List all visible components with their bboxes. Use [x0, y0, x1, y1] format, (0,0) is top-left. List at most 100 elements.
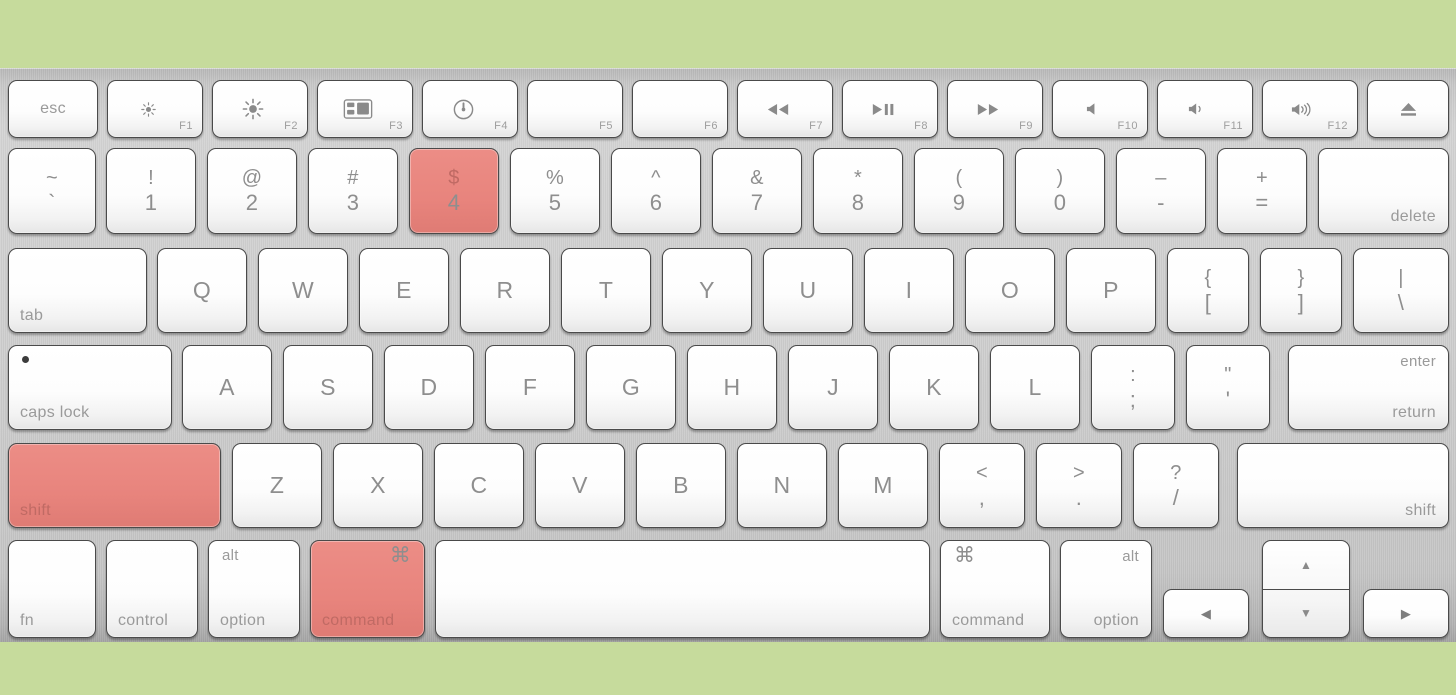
key-tab[interactable]: tab — [8, 248, 147, 333]
key-eject[interactable] — [1367, 80, 1449, 138]
key-arrow-left[interactable]: ◀ — [1163, 589, 1249, 638]
key-shift-left[interactable]: shift — [8, 443, 221, 528]
key-d[interactable]: D — [384, 345, 474, 430]
key-c[interactable]: C — [434, 443, 524, 528]
key-g[interactable]: G — [586, 345, 676, 430]
key-caps-lock[interactable]: caps lock — [8, 345, 172, 430]
key-m[interactable]: M — [838, 443, 928, 528]
key-semicolon[interactable]: : ; — [1091, 345, 1175, 430]
key-j[interactable]: J — [788, 345, 878, 430]
key-3[interactable]: # 3 — [308, 148, 398, 234]
fast-forward-icon — [948, 81, 1028, 137]
key-f12[interactable]: F12 — [1262, 80, 1358, 138]
key-o[interactable]: O — [965, 248, 1055, 333]
key-fn-label: fn — [20, 612, 34, 629]
key-r[interactable]: R — [460, 248, 550, 333]
key-f7[interactable]: F7 — [737, 80, 833, 138]
key-x[interactable]: X — [333, 443, 423, 528]
key-f9[interactable]: F9 — [947, 80, 1043, 138]
rewind-icon — [738, 81, 818, 137]
key-9[interactable]: ( 9 — [914, 148, 1004, 234]
key-w[interactable]: W — [258, 248, 348, 333]
key-comma[interactable]: < , — [939, 443, 1025, 528]
key-arrow-down[interactable]: ▼ — [1263, 589, 1349, 637]
key-left-bracket[interactable]: { [ — [1167, 248, 1249, 333]
key-y[interactable]: Y — [662, 248, 752, 333]
key-arrow-up[interactable]: ▲ — [1263, 541, 1349, 590]
key-6[interactable]: ^ 6 — [611, 148, 701, 234]
key-f7-fnumber: F7 — [809, 120, 823, 132]
key-b[interactable]: B — [636, 443, 726, 528]
key-option-right[interactable]: alt option — [1060, 540, 1152, 638]
key-6-glyphs: ^ 6 — [649, 167, 663, 215]
key-7[interactable]: & 7 — [712, 148, 802, 234]
key-0-glyphs: ) 0 — [1053, 167, 1067, 215]
key-n[interactable]: N — [737, 443, 827, 528]
key-right-bracket[interactable]: } ] — [1260, 248, 1342, 333]
key-period[interactable]: > . — [1036, 443, 1122, 528]
brightness-up-icon — [213, 81, 293, 137]
key-f8[interactable]: F8 — [842, 80, 938, 138]
key-control-label: control — [118, 612, 169, 629]
key-t[interactable]: T — [561, 248, 651, 333]
key-a[interactable]: A — [182, 345, 272, 430]
key-shift-right[interactable]: shift — [1237, 443, 1449, 528]
key-command-left[interactable]: ⌘ command — [310, 540, 425, 638]
key-quote[interactable]: " ' — [1186, 345, 1270, 430]
key-1[interactable]: ! 1 — [106, 148, 196, 234]
key-f3[interactable]: F3 — [317, 80, 413, 138]
eject-icon — [1368, 81, 1448, 137]
key-delete[interactable]: delete — [1318, 148, 1449, 234]
key-h[interactable]: H — [687, 345, 777, 430]
key-shift-left-label: shift — [20, 502, 51, 519]
key-option-left-alt-label: alt — [222, 547, 239, 564]
arrow-up-icon: ▲ — [1300, 558, 1312, 572]
mission-control-icon — [318, 81, 398, 137]
key-backtick[interactable]: ~ ` — [8, 148, 96, 234]
key-return[interactable]: enter return — [1288, 345, 1449, 430]
key-z[interactable]: Z — [232, 443, 322, 528]
key-fn[interactable]: fn — [8, 540, 96, 638]
key-right-bracket-glyphs: } ] — [1297, 266, 1305, 315]
arrow-up-down-pair[interactable]: ▲ ▼ — [1262, 540, 1350, 638]
key-f11[interactable]: F11 — [1157, 80, 1253, 138]
key-equals[interactable]: + = — [1217, 148, 1307, 234]
key-command-right[interactable]: ⌘ command — [940, 540, 1050, 638]
key-4[interactable]: $ 4 — [409, 148, 499, 234]
key-slash[interactable]: ? / — [1133, 443, 1219, 528]
key-v[interactable]: V — [535, 443, 625, 528]
key-l[interactable]: L — [990, 345, 1080, 430]
key-minus[interactable]: – - — [1116, 148, 1206, 234]
key-q[interactable]: Q — [157, 248, 247, 333]
key-f2[interactable]: F2 — [212, 80, 308, 138]
key-delete-label: delete — [1390, 208, 1436, 225]
key-f4[interactable]: F4 — [422, 80, 518, 138]
key-k[interactable]: K — [889, 345, 979, 430]
key-backslash[interactable]: | \ — [1353, 248, 1449, 333]
key-5[interactable]: % 5 — [510, 148, 600, 234]
key-control[interactable]: control — [106, 540, 198, 638]
key-8[interactable]: * 8 — [813, 148, 903, 234]
key-p[interactable]: P — [1066, 248, 1156, 333]
key-i[interactable]: I — [864, 248, 954, 333]
key-4-glyphs: $ 4 — [447, 167, 461, 215]
key-0[interactable]: ) 0 — [1015, 148, 1105, 234]
key-s[interactable]: S — [283, 345, 373, 430]
key-f6[interactable]: F6 — [632, 80, 728, 138]
key-f1[interactable]: F1 — [107, 80, 203, 138]
key-left-bracket-glyphs: { [ — [1204, 266, 1212, 315]
key-esc[interactable]: esc — [8, 80, 98, 138]
arrow-left-icon: ◀ — [1200, 605, 1212, 621]
key-option-left[interactable]: alt option — [208, 540, 300, 638]
key-f10[interactable]: F10 — [1052, 80, 1148, 138]
key-7-glyphs: & 7 — [750, 167, 764, 215]
key-f5[interactable]: F5 — [527, 80, 623, 138]
play-pause-icon — [843, 81, 923, 137]
key-2[interactable]: @ 2 — [207, 148, 297, 234]
key-minus-glyphs: – - — [1155, 167, 1167, 215]
key-f[interactable]: F — [485, 345, 575, 430]
key-arrow-right[interactable]: ▶ — [1363, 589, 1449, 638]
key-e[interactable]: E — [359, 248, 449, 333]
key-space[interactable] — [435, 540, 930, 638]
key-u[interactable]: U — [763, 248, 853, 333]
